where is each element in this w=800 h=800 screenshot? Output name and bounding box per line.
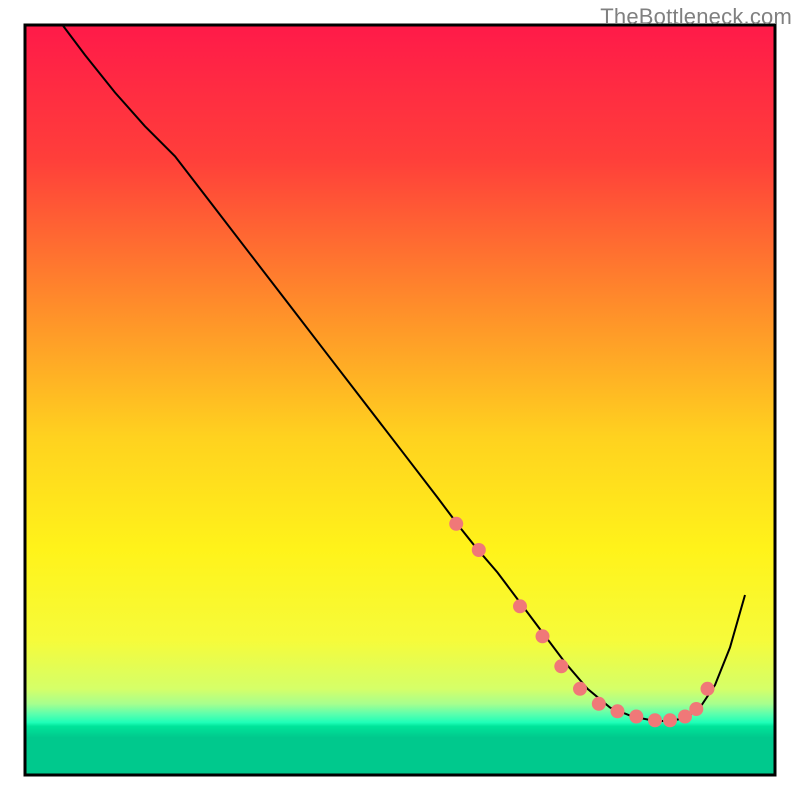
marker-point <box>701 682 715 696</box>
marker-point <box>648 713 662 727</box>
marker-point <box>472 543 486 557</box>
watermark-label: TheBottleneck.com <box>600 4 792 30</box>
marker-point <box>689 702 703 716</box>
marker-point <box>592 697 606 711</box>
marker-point <box>629 710 643 724</box>
marker-point <box>611 704 625 718</box>
chart-container: TheBottleneck.com <box>0 0 800 800</box>
bottleneck-chart <box>0 0 800 800</box>
marker-point <box>554 659 568 673</box>
marker-point <box>663 713 677 727</box>
marker-point <box>573 682 587 696</box>
gradient-background <box>25 25 775 775</box>
marker-point <box>536 629 550 643</box>
marker-point <box>513 599 527 613</box>
marker-point <box>449 517 463 531</box>
